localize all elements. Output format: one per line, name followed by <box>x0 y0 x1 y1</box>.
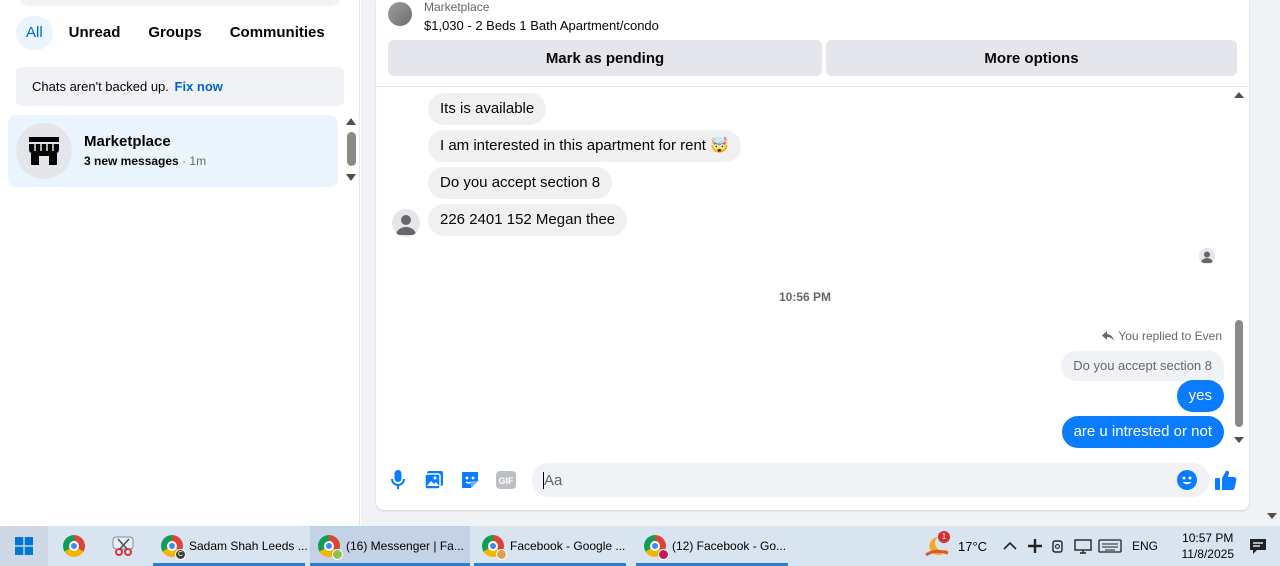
taskbar-window-label: (12) Facebook - Go... <box>672 539 787 553</box>
scroll-down-arrow[interactable] <box>346 174 356 181</box>
chrome-icon <box>644 535 669 560</box>
chrome-icon <box>482 535 507 560</box>
chrome-icon <box>318 535 343 560</box>
seen-indicator-avatar <box>1199 248 1215 264</box>
chat-preview: 3 new messages · 1m <box>84 154 206 168</box>
taskbar-window-label: Sadam Shah Leeds ... <box>189 539 308 553</box>
taskbar-window-label: Facebook - Google ... <box>510 539 626 553</box>
photo-icon[interactable] <box>423 469 445 491</box>
chat-name: Marketplace <box>84 133 171 150</box>
avatar <box>16 123 72 179</box>
profile-badge: C <box>175 549 186 560</box>
clock-date: 11/8/2025 <box>1181 547 1235 561</box>
page-scroll-down-arrow[interactable] <box>1267 513 1277 519</box>
reply-note-text: You replied to Even <box>1118 329 1222 343</box>
chat-list-panel: All Unread Groups Communities Chats aren… <box>0 0 360 526</box>
taskbar-window-facebook-12[interactable]: (12) Facebook - Go... <box>636 526 788 566</box>
reply-note: You replied to Even <box>1102 329 1222 343</box>
taskbar-window-label: (16) Messenger | Fa... <box>346 539 464 553</box>
backup-banner-text: Chats aren't backed up. <box>32 79 169 94</box>
chat-item-marketplace[interactable]: Marketplace 3 new messages · 1m <box>8 115 338 187</box>
conversation-panel: Marketplace $1,030 - 2 Beds 1 Bath Apart… <box>376 0 1249 510</box>
profile-avatar <box>496 549 507 560</box>
start-button[interactable] <box>0 526 48 566</box>
incoming-message[interactable]: Do you accept section 8 <box>428 167 613 199</box>
message-timestamp: 10:56 PM <box>778 290 832 304</box>
snipping-tool-taskbar-icon[interactable] <box>102 526 146 566</box>
gif-icon[interactable]: GIF <box>495 469 517 491</box>
listing-title[interactable]: $1,030 - 2 Beds 1 Bath Apartment/condo <box>424 18 659 33</box>
sender-avatar[interactable] <box>392 209 420 237</box>
chrome-taskbar-icon[interactable] <box>52 526 96 566</box>
listing-source: Marketplace <box>424 0 490 14</box>
network-icon[interactable] <box>1074 526 1092 566</box>
taskbar-window-facebook-google[interactable]: Facebook - Google ... <box>474 526 626 566</box>
text-cursor <box>543 472 544 489</box>
weather-badge: 1 <box>938 531 950 543</box>
message-input[interactable] <box>532 463 1210 497</box>
chat-time: · 1m <box>178 154 207 168</box>
weather-widget[interactable]: 1 17°C <box>924 526 987 566</box>
notification-icon[interactable] <box>1248 536 1268 556</box>
chrome-icon: C <box>161 535 186 560</box>
scrollbar-thumb[interactable] <box>1235 320 1243 427</box>
chrome-icon <box>63 535 85 557</box>
incoming-message[interactable]: 226 2401 152 Megan thee <box>428 204 628 236</box>
tab-groups[interactable]: Groups <box>136 16 213 50</box>
more-options-button[interactable]: More options <box>826 40 1237 76</box>
like-icon[interactable] <box>1215 469 1237 491</box>
microphone-icon[interactable] <box>387 469 409 491</box>
tab-all[interactable]: All <box>16 16 53 50</box>
meet-now-icon[interactable] <box>1052 526 1066 566</box>
gif-label: GIF <box>499 476 515 486</box>
taskbar-window-messenger[interactable]: (16) Messenger | Fa... <box>310 526 470 566</box>
language-indicator[interactable]: ENG <box>1132 526 1158 566</box>
scroll-down-arrow[interactable] <box>1234 437 1244 443</box>
clock-time: 10:57 PM <box>1182 531 1234 545</box>
sticker-icon[interactable] <box>459 469 481 491</box>
chevron-up-icon[interactable] <box>1003 526 1017 566</box>
temperature: 17°C <box>958 538 988 554</box>
incoming-message[interactable]: I am interested in this apartment for re… <box>428 130 741 162</box>
scroll-up-arrow[interactable] <box>346 118 356 125</box>
scissors-icon <box>112 536 134 556</box>
windows-icon <box>15 537 33 555</box>
tab-communities[interactable]: Communities <box>218 16 337 50</box>
listing-thumbnail[interactable] <box>388 2 412 26</box>
tab-unread[interactable]: Unread <box>57 16 133 50</box>
person-icon <box>396 215 416 235</box>
profile-avatar <box>332 549 343 560</box>
filter-tabs: All Unread Groups Communities <box>16 16 337 50</box>
mark-as-pending-button[interactable]: Mark as pending <box>388 40 822 76</box>
scrollbar-thumb[interactable] <box>347 132 356 166</box>
listing-header: Marketplace $1,030 - 2 Beds 1 Bath Apart… <box>376 0 1249 87</box>
emoji-icon[interactable] <box>1176 469 1198 491</box>
person-icon <box>1201 251 1213 263</box>
taskbar-window-sadam[interactable]: C Sadam Shah Leeds ... <box>153 526 308 566</box>
reply-quote[interactable]: Do you accept section 8 <box>1061 351 1224 381</box>
outgoing-message[interactable]: are u intrested or not <box>1061 416 1224 448</box>
store-icon <box>29 137 59 165</box>
search-bar[interactable] <box>18 0 342 6</box>
unread-count: 3 new messages <box>84 154 179 168</box>
weather-icon: 1 <box>924 531 950 557</box>
backup-banner: Chats aren't backed up. Fix now <box>16 67 344 106</box>
reply-icon <box>1102 330 1115 341</box>
fix-now-link[interactable]: Fix now <box>175 79 223 94</box>
incoming-message[interactable]: Its is available <box>428 93 547 125</box>
keyboard-icon[interactable] <box>1098 526 1122 566</box>
profile-avatar <box>658 549 669 560</box>
outgoing-message[interactable]: yes <box>1176 380 1224 412</box>
system-clock[interactable]: 10:57 PM 11/8/2025 <box>1182 530 1235 562</box>
taskbar: C Sadam Shah Leeds ... (16) Messenger | … <box>0 526 1280 566</box>
plus-icon[interactable] <box>1027 526 1043 566</box>
scroll-up-arrow[interactable] <box>1234 92 1244 98</box>
